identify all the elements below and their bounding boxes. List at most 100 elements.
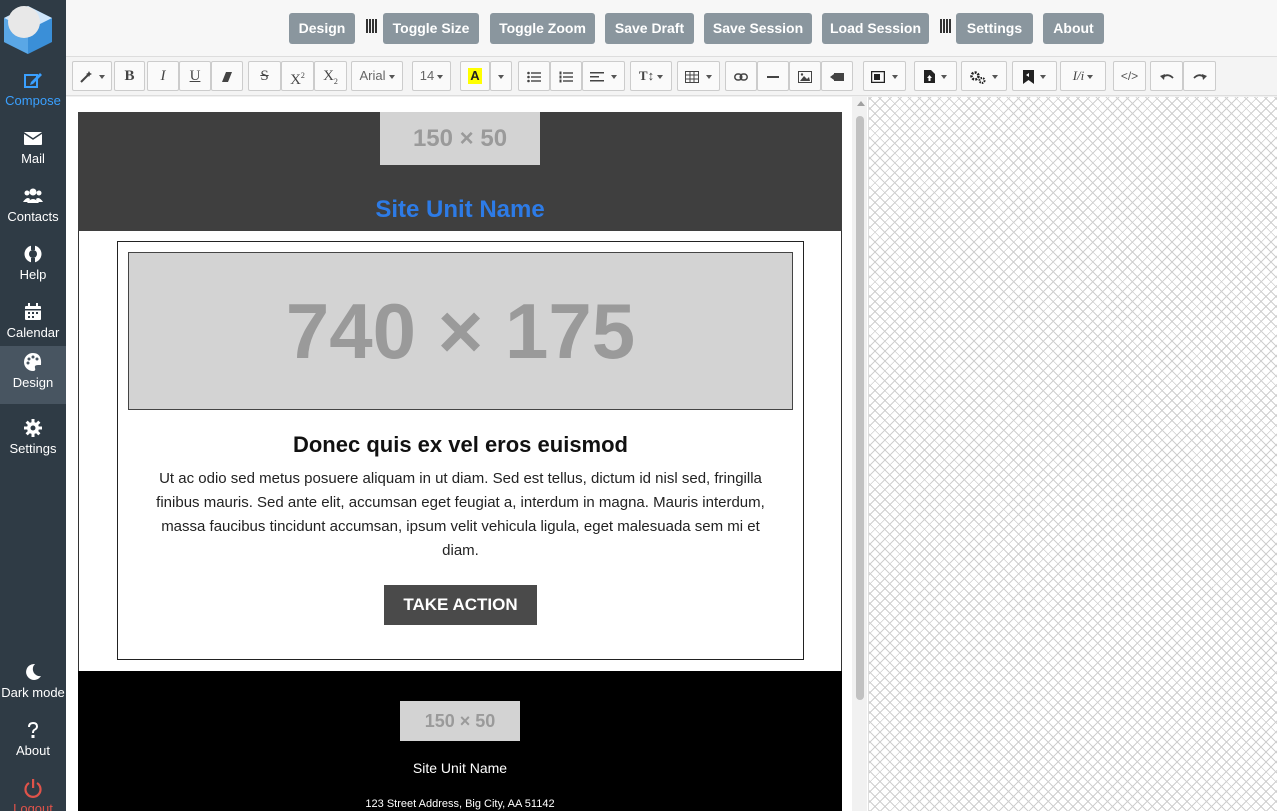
code-view-button[interactable]: </> [1113,61,1146,91]
question-icon [28,722,38,738]
merge-tags-dropdown[interactable] [1012,61,1057,91]
email-footer[interactable]: 150 × 50 Site Unit Name 123 Street Addre… [78,671,842,811]
app-logo [2,2,54,54]
text-height-icon: T↕ [638,68,655,83]
horizontal-rule-icon [767,75,779,78]
superscript-button[interactable]: X2 [281,61,314,91]
take-action-button[interactable]: TAKE ACTION [384,585,537,625]
sidebar-item-label: Dark mode [1,685,65,700]
table-icon [685,70,700,83]
redo-button[interactable] [1183,61,1216,91]
sidebar-item-about[interactable]: About [0,712,66,770]
header-site-name[interactable]: Site Unit Name [78,196,842,224]
table-dropdown[interactable] [677,61,720,91]
link-button[interactable] [725,61,757,91]
content-card[interactable]: 740 × 175 Donec quis ex vel eros euismod… [117,241,804,660]
contacts-icon [23,188,43,203]
bold-button[interactable]: B [114,61,145,91]
insert-image-button[interactable] [789,61,821,91]
italic-button[interactable]: I [147,61,179,91]
sidebar-item-calendar[interactable]: Calendar [0,294,66,352]
sidebar-item-contacts[interactable]: Contacts [0,178,66,236]
redo-icon [1192,73,1207,80]
sidebar-item-label: Help [19,267,47,282]
footer-site-name[interactable]: Site Unit Name [78,760,842,776]
moon-icon [26,663,41,680]
insert-video-button[interactable] [821,61,853,91]
top-action-bar: Design Toggle Size Toggle Zoom Save Draf… [66,0,1277,57]
save-draft-button[interactable]: Save Draft [605,13,694,44]
separator-grip-icon [940,19,954,37]
sidebar-item-mail[interactable]: Mail [0,120,66,178]
mail-icon [23,132,43,145]
scrollbar-thumb[interactable] [856,116,864,700]
save-session-button[interactable]: Save Session [704,13,812,44]
sidebar-item-label: Compose [5,93,61,108]
settings-button[interactable]: Settings [956,13,1033,44]
footer-address[interactable]: 123 Street Address, Big City, AA 51142 [78,798,842,810]
gears-icon [969,70,986,84]
font-size-dropdown[interactable]: 14 [412,61,451,91]
tag-icon [1022,69,1034,84]
paragraph-align-dropdown[interactable] [582,61,625,91]
power-icon [24,779,42,798]
sidebar-item-dark-mode[interactable]: Dark mode [0,654,66,712]
load-session-button[interactable]: Load Session [822,13,929,44]
sidebar: Compose Mail Contacts Help Calendar Desi… [0,0,66,811]
sidebar-item-label: Contacts [7,209,59,224]
sidebar-item-label: Design [12,375,54,390]
sidebar-item-settings[interactable]: Settings [0,410,66,468]
footer-logo-placeholder[interactable]: 150 × 50 [400,701,520,741]
highlight-a-icon: A [468,68,482,84]
font-family-dropdown[interactable]: Arial [351,61,403,91]
special-chars-dropdown[interactable]: I/i [1060,61,1106,91]
toggle-zoom-button[interactable]: Toggle Zoom [490,13,595,44]
clear-format-button[interactable] [211,61,243,91]
font-family-value: Arial [359,68,386,83]
bullet-list-icon [527,71,541,82]
compose-icon [24,73,42,88]
scroll-up-arrow-icon[interactable] [857,101,865,106]
sidebar-item-help[interactable]: Help [0,236,66,294]
highlight-color-dropdown[interactable] [490,61,512,91]
sidebar-item-label: Mail [21,151,45,166]
text-height-dropdown[interactable]: T↕ [630,61,672,91]
hero-image-placeholder[interactable]: 740 × 175 [128,252,793,410]
block-template-dropdown[interactable] [863,61,906,91]
image-icon [798,70,812,83]
content-heading[interactable]: Donec quis ex vel eros euismod [118,432,803,458]
toggle-size-button[interactable]: Toggle Size [383,13,479,44]
sidebar-item-label: Logout [13,801,53,811]
email-header[interactable]: 150 × 50 Site Unit Name [78,112,842,231]
underline-button[interactable]: U [179,61,211,91]
file-upload-icon [923,70,935,84]
align-left-icon [590,71,605,82]
horizontal-rule-button[interactable] [757,61,789,91]
sidebar-item-label: About [16,743,50,758]
separator-grip-icon [366,19,380,37]
highlight-color-button[interactable]: A [460,61,490,91]
strikethrough-button[interactable]: S [248,61,281,91]
gear-icon [24,419,42,437]
undo-button[interactable] [1150,61,1183,91]
subscript-button[interactable]: X2 [314,61,347,91]
design-button[interactable]: Design [289,13,355,44]
plugins-settings-dropdown[interactable] [961,61,1007,91]
magic-style-dropdown[interactable] [72,61,112,91]
sidebar-item-logout[interactable]: Logout [0,770,66,811]
bullet-list-button[interactable] [518,61,550,91]
email-body: 740 × 175 Donec quis ex vel eros euismod… [78,231,842,671]
numbered-list-button[interactable] [550,61,582,91]
special-chars-icon: I/i [1072,68,1085,83]
header-logo-placeholder[interactable]: 150 × 50 [380,112,540,165]
editor-toolbar: B I U S X2 X2 Arial 14 A T↕ I/i </> [66,57,1277,96]
content-paragraph[interactable]: Ut ac odio sed metus posuere aliquam in … [154,467,767,563]
insert-file-dropdown[interactable] [914,61,957,91]
sidebar-item-compose[interactable]: Compose [0,62,66,120]
sidebar-item-design[interactable]: Design [0,346,66,404]
numbered-list-icon [559,71,573,83]
link-icon [734,72,748,81]
sidebar-item-label: Settings [9,441,57,456]
help-icon [24,245,42,263]
about-button[interactable]: About [1043,13,1104,44]
